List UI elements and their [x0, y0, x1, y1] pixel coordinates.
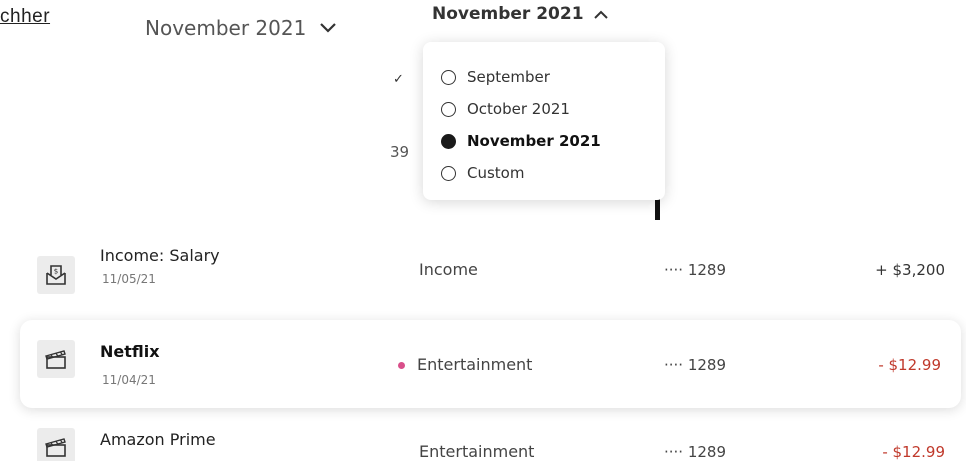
transaction-account: ···· 1289	[664, 261, 727, 279]
money-envelope-icon: $	[37, 256, 75, 294]
transaction-row[interactable]: Amazon Prime Entertainment ···· 1289 - $…	[0, 420, 966, 461]
transaction-amount: + $3,200	[875, 261, 945, 279]
chevron-up-icon	[593, 10, 608, 19]
chevron-down-icon	[320, 23, 337, 33]
clapperboard-icon	[37, 428, 75, 461]
radio-icon	[441, 165, 456, 181]
transaction-category: Entertainment	[398, 355, 532, 374]
month-option-label: September	[467, 68, 550, 86]
transaction-category-label: Entertainment	[417, 355, 533, 374]
transaction-category: Income	[419, 260, 478, 279]
svg-text:$: $	[54, 268, 58, 276]
radio-icon	[441, 69, 456, 85]
transaction-row-highlighted[interactable]: Netflix 11/04/21 Entertainment ···· 1289…	[20, 320, 961, 408]
partial-check-icon: ✓	[393, 72, 404, 87]
month-option-label: Custom	[467, 164, 525, 182]
partial-number: 39	[390, 143, 410, 161]
transaction-name: Amazon Prime	[100, 430, 216, 449]
radio-icon	[441, 101, 456, 117]
transaction-category: Entertainment	[419, 442, 535, 461]
transaction-row[interactable]: $ Income: Salary 11/05/21 Income ···· 12…	[0, 248, 966, 312]
radio-selected-icon	[441, 133, 456, 149]
month-option-october[interactable]: October 2021	[441, 100, 570, 118]
month-option-september[interactable]: September	[441, 68, 550, 86]
month-option-november[interactable]: November 2021	[441, 132, 601, 150]
category-dot-icon	[398, 362, 405, 369]
transaction-account: ···· 1289	[664, 443, 727, 461]
header-link[interactable]: chher	[0, 6, 50, 28]
transaction-amount: - $12.99	[882, 443, 945, 461]
month-dropdown-menu: September October 2021 November 2021 Cus…	[423, 42, 665, 200]
month-select-label: November 2021	[145, 16, 307, 40]
clapperboard-icon	[37, 340, 75, 378]
transaction-amount: - $12.99	[878, 356, 941, 374]
transaction-date: 11/05/21	[102, 272, 156, 286]
transaction-account: ···· 1289	[664, 356, 727, 374]
month-option-label: November 2021	[467, 132, 601, 150]
transaction-name: Income: Salary	[100, 248, 220, 265]
month-option-custom[interactable]: Custom	[441, 164, 524, 182]
month-toggle-label: November 2021	[432, 4, 584, 24]
month-dropdown-toggle[interactable]: November 2021	[432, 4, 608, 24]
transaction-name: Netflix	[100, 342, 160, 361]
month-select[interactable]: November 2021	[145, 16, 337, 40]
transaction-date: 11/04/21	[102, 373, 156, 387]
month-option-label: October 2021	[467, 100, 570, 118]
